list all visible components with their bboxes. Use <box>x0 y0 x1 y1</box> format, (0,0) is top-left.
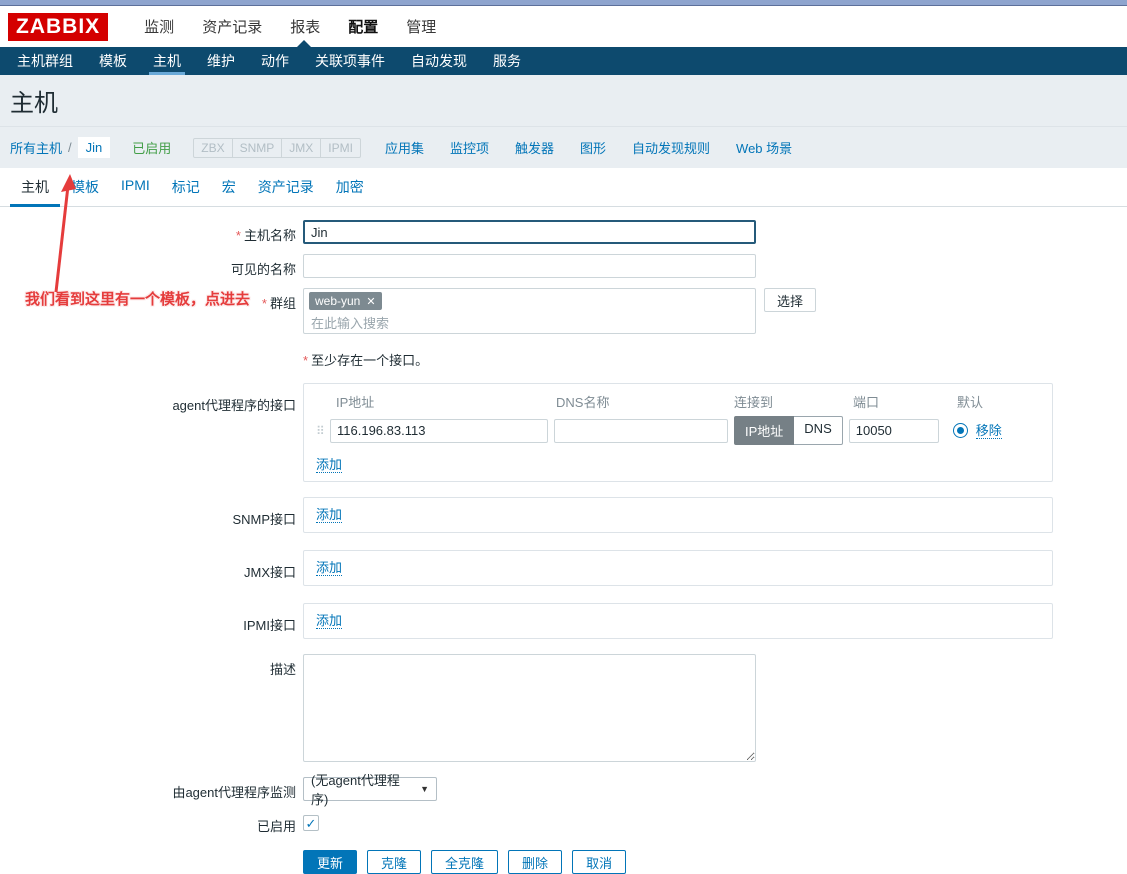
host-name-input[interactable] <box>303 220 756 244</box>
breadcrumb-all-hosts[interactable]: 所有主机 <box>10 138 62 157</box>
menu-configuration[interactable]: 配置 <box>334 16 392 37</box>
clone-button[interactable]: 克隆 <box>367 850 421 874</box>
connect-to-toggle: IP地址 DNS <box>734 416 843 445</box>
link-web-scenarios[interactable]: Web 场景 <box>736 138 792 157</box>
interface-port-input[interactable] <box>849 419 939 443</box>
header-dns: DNS名称 <box>554 392 734 411</box>
ipmi-add-link[interactable]: 添加 <box>316 613 342 629</box>
sub-navbar: 主机群组 模板 主机 维护 动作 关联项事件 自动发现 服务 <box>0 47 1127 75</box>
jmx-interface-box: 添加 <box>303 550 1053 586</box>
jmx-add-link[interactable]: 添加 <box>316 560 342 576</box>
page-title: 主机 <box>10 90 58 117</box>
top-navbar: ZABBIX 监测 资产记录 报表 配置 管理 <box>0 6 1127 47</box>
subnav-host-groups[interactable]: 主机群组 <box>4 47 86 75</box>
agent-interface-box: IP地址 DNS名称 连接到 端口 默认 ⠿ IP地址 DNS 移除 添加 <box>303 383 1053 482</box>
badge-snmp: SNMP <box>232 139 282 157</box>
tab-macros[interactable]: 宏 <box>211 168 247 206</box>
badge-ipmi: IPMI <box>320 139 360 157</box>
drag-handle-icon[interactable]: ⠿ <box>316 424 330 438</box>
ipmi-interface-label: IPMI接口 <box>0 603 303 639</box>
groups-select-button[interactable]: 选择 <box>764 288 816 312</box>
header-connect-to: 连接到 <box>734 392 853 411</box>
groups-search-placeholder: 在此输入搜索 <box>309 313 750 332</box>
subnav-services[interactable]: 服务 <box>480 47 534 75</box>
ipmi-interface-box: 添加 <box>303 603 1053 639</box>
interface-required-note: *至少存在一个接口。 <box>303 350 428 369</box>
check-icon: ✓ <box>306 817 317 830</box>
header-ip: IP地址 <box>330 392 554 411</box>
link-triggers[interactable]: 触发器 <box>515 138 554 157</box>
menu-reports[interactable]: 报表 <box>276 16 334 37</box>
tab-inventory[interactable]: 资产记录 <box>247 168 325 206</box>
subnav-actions[interactable]: 动作 <box>248 47 302 75</box>
group-chip-label: web-yun <box>315 294 360 308</box>
link-discovery-rules[interactable]: 自动发现规则 <box>632 138 710 157</box>
breadcrumb-separator: / <box>68 140 72 155</box>
connect-ip-option[interactable]: IP地址 <box>734 416 794 445</box>
link-applications[interactable]: 应用集 <box>385 138 424 157</box>
groups-multiselect[interactable]: web-yun ✕ 在此输入搜索 <box>303 288 756 334</box>
header-port: 端口 <box>853 392 957 411</box>
header-default: 默认 <box>957 392 1040 411</box>
description-label: 描述 <box>0 654 303 762</box>
interface-dns-input[interactable] <box>554 419 728 443</box>
delete-button[interactable]: 删除 <box>508 850 562 874</box>
top-menu: 监测 资产记录 报表 配置 管理 <box>130 16 450 37</box>
badge-jmx: JMX <box>281 139 320 157</box>
group-chip-remove-icon[interactable]: ✕ <box>366 295 375 308</box>
tab-encryption[interactable]: 加密 <box>325 168 375 206</box>
enabled-label: 已启用 <box>0 815 303 835</box>
host-entity-links: 应用集 监控项 触发器 图形 自动发现规则 Web 场景 <box>385 138 818 157</box>
description-textarea[interactable] <box>303 654 756 762</box>
zabbix-logo[interactable]: ZABBIX <box>8 13 108 41</box>
subnav-discovery[interactable]: 自动发现 <box>398 47 480 75</box>
full-clone-button[interactable]: 全克隆 <box>431 850 498 874</box>
subnav-event-correlation[interactable]: 关联项事件 <box>302 47 398 75</box>
monitored-by-label: 由agent代理程序监测 <box>0 777 303 801</box>
menu-administration[interactable]: 管理 <box>392 16 450 37</box>
agent-interface-add-link[interactable]: 添加 <box>316 457 342 473</box>
snmp-interface-label: SNMP接口 <box>0 497 303 533</box>
agent-interface-label: agent代理程序的接口 <box>0 383 303 482</box>
interface-remove-link[interactable]: 移除 <box>976 423 1002 439</box>
tab-ipmi[interactable]: IPMI <box>110 168 161 206</box>
host-form-tabs: 主机 模板 IPMI 标记 宏 资产记录 加密 <box>0 168 1127 207</box>
connect-dns-option[interactable]: DNS <box>794 416 842 445</box>
interface-ip-input[interactable] <box>330 419 548 443</box>
enabled-checkbox[interactable]: ✓ <box>303 815 319 831</box>
visible-name-input[interactable] <box>303 254 756 278</box>
page-header: 主机 所有主机 / Jin 已启用 ZBX SNMP JMX IPMI 应用集 … <box>0 75 1127 168</box>
subnav-maintenance[interactable]: 维护 <box>194 47 248 75</box>
subnav-hosts[interactable]: 主机 <box>140 47 194 75</box>
menu-monitoring[interactable]: 监测 <box>130 16 188 37</box>
form-action-buttons: 更新 克隆 全克隆 删除 取消 <box>303 850 636 874</box>
caret-down-icon: ▼ <box>420 784 429 794</box>
agent-availability-badges: ZBX SNMP JMX IPMI <box>193 138 361 158</box>
cancel-button[interactable]: 取消 <box>572 850 626 874</box>
snmp-add-link[interactable]: 添加 <box>316 507 342 523</box>
update-button[interactable]: 更新 <box>303 850 357 874</box>
default-interface-radio[interactable] <box>953 423 968 438</box>
badge-zbx: ZBX <box>194 139 231 157</box>
monitored-by-value: (无agent代理程序) <box>311 770 414 808</box>
snmp-interface-box: 添加 <box>303 497 1053 533</box>
monitored-by-select[interactable]: (无agent代理程序) ▼ <box>303 777 437 801</box>
breadcrumb-host-name[interactable]: Jin <box>78 137 111 158</box>
annotation-arrow <box>46 172 86 296</box>
menu-inventory[interactable]: 资产记录 <box>188 16 276 37</box>
link-items[interactable]: 监控项 <box>450 138 489 157</box>
tab-tags[interactable]: 标记 <box>161 168 211 206</box>
breadcrumb: 所有主机 / Jin 已启用 ZBX SNMP JMX IPMI 应用集 监控项… <box>0 126 1127 168</box>
link-graphs[interactable]: 图形 <box>580 138 606 157</box>
interface-table-header: IP地址 DNS名称 连接到 端口 默认 <box>316 392 1040 411</box>
jmx-interface-label: JMX接口 <box>0 550 303 586</box>
subnav-templates[interactable]: 模板 <box>86 47 140 75</box>
agent-interface-row: ⠿ IP地址 DNS 移除 <box>316 416 1040 445</box>
group-chip: web-yun ✕ <box>309 292 382 310</box>
host-status-badge: 已启用 <box>132 138 171 157</box>
